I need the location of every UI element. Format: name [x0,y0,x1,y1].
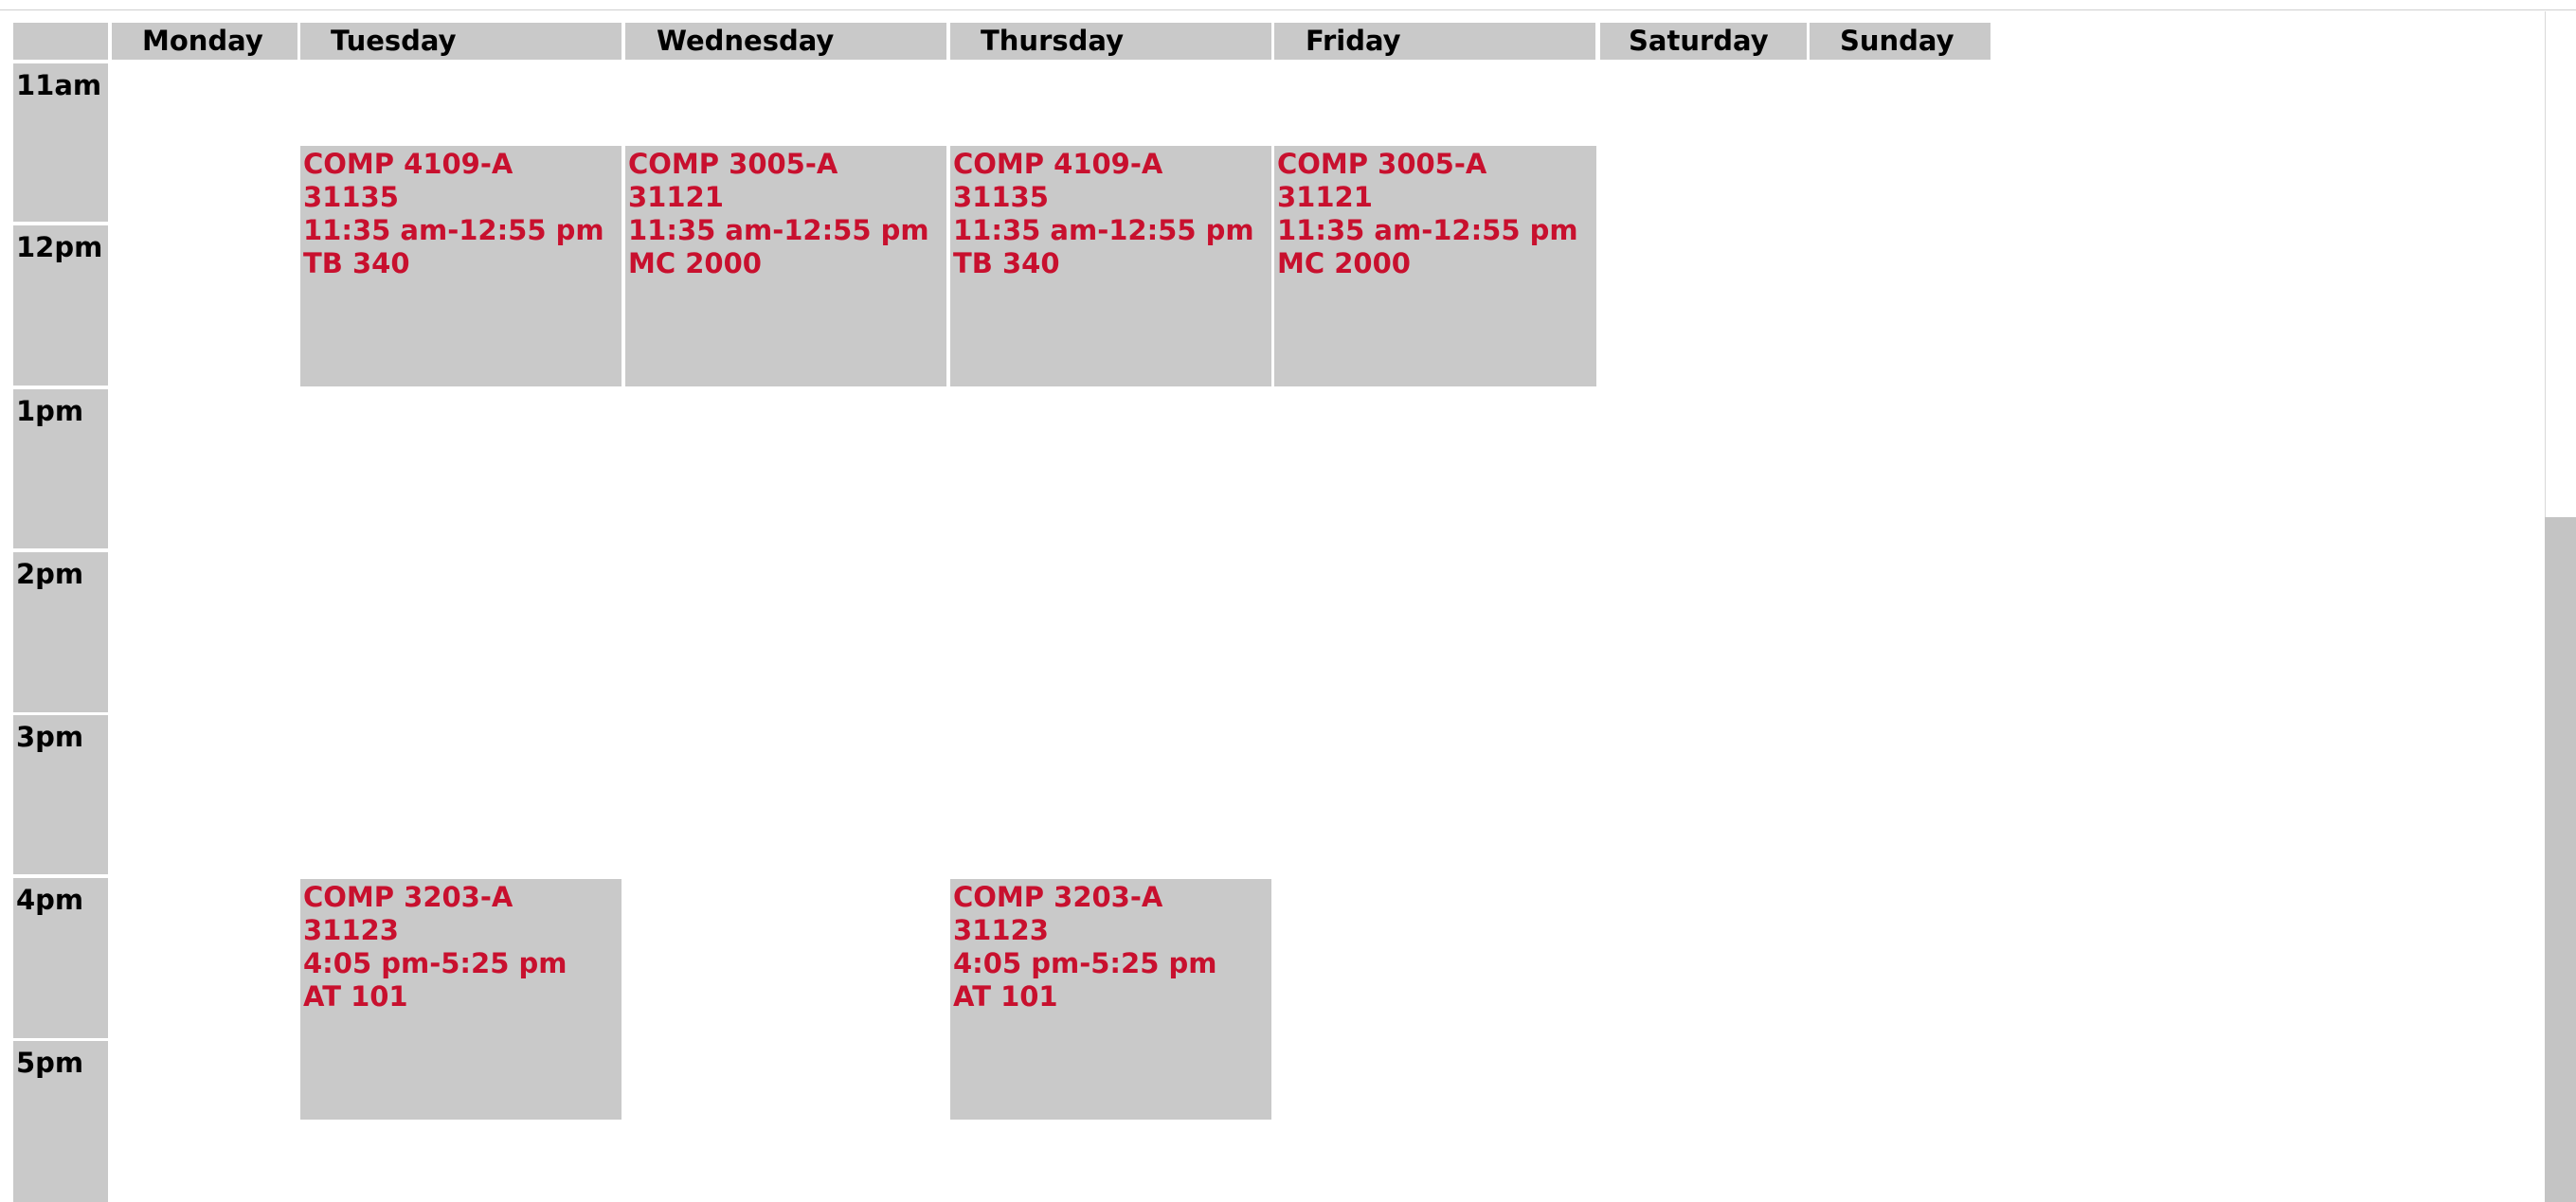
event-time: 4:05 pm-5:25 pm [953,947,1217,979]
event-time: 11:35 am-12:55 pm [953,214,1254,246]
day-header-sunday: Sunday [1810,23,1991,60]
scrollbar-thumb[interactable] [2545,517,2576,1202]
day-header-tuesday: Tuesday [300,23,621,60]
event-time: 4:05 pm-5:25 pm [303,947,567,979]
event-block[interactable]: COMP 3005-A 31121 11:35 am-12:55 pm MC 2… [625,146,946,386]
day-header-monday: Monday [112,23,297,60]
time-label-2pm: 2pm [13,552,108,712]
corner-header [13,23,108,60]
event-block[interactable]: COMP 4109-A 31135 11:35 am-12:55 pm TB 3… [300,146,621,386]
event-crn: 31121 [628,181,724,213]
event-crn: 31135 [303,181,399,213]
event-course: COMP 3005-A [1277,148,1487,180]
time-label-5pm: 5pm [13,1041,108,1202]
day-header-thursday: Thursday [950,23,1271,60]
event-room: AT 101 [953,980,1058,1013]
event-room: TB 340 [303,247,410,279]
event-course: COMP 4109-A [303,148,513,180]
time-label-4pm: 4pm [13,878,108,1038]
day-header-wednesday: Wednesday [625,23,946,60]
event-crn: 31121 [1277,181,1373,213]
event-time: 11:35 am-12:55 pm [303,214,604,246]
time-label-1pm: 1pm [13,389,108,548]
event-time: 11:35 am-12:55 pm [628,214,929,246]
event-course: COMP 3203-A [953,881,1163,913]
event-room: AT 101 [303,980,408,1013]
event-block[interactable]: COMP 4109-A 31135 11:35 am-12:55 pm TB 3… [950,146,1271,386]
day-header-friday: Friday [1274,23,1595,60]
schedule-grid: Monday Tuesday Wednesday Thursday Friday… [0,0,2576,1202]
event-crn: 31123 [303,914,399,946]
event-block[interactable]: COMP 3005-A 31121 11:35 am-12:55 pm MC 2… [1274,146,1596,386]
event-course: COMP 4109-A [953,148,1163,180]
event-room: MC 2000 [1277,247,1411,279]
event-time: 11:35 am-12:55 pm [1277,214,1578,246]
time-label-3pm: 3pm [13,715,108,874]
day-header-saturday: Saturday [1600,23,1807,60]
event-room: TB 340 [953,247,1060,279]
time-label-12pm: 12pm [13,225,108,386]
event-crn: 31123 [953,914,1049,946]
event-course: COMP 3005-A [628,148,838,180]
event-room: MC 2000 [628,247,762,279]
time-label-11am: 11am [13,63,108,222]
event-block[interactable]: COMP 3203-A 31123 4:05 pm-5:25 pm AT 101 [950,879,1271,1120]
event-block[interactable]: COMP 3203-A 31123 4:05 pm-5:25 pm AT 101 [300,879,621,1120]
event-crn: 31135 [953,181,1049,213]
event-course: COMP 3203-A [303,881,513,913]
